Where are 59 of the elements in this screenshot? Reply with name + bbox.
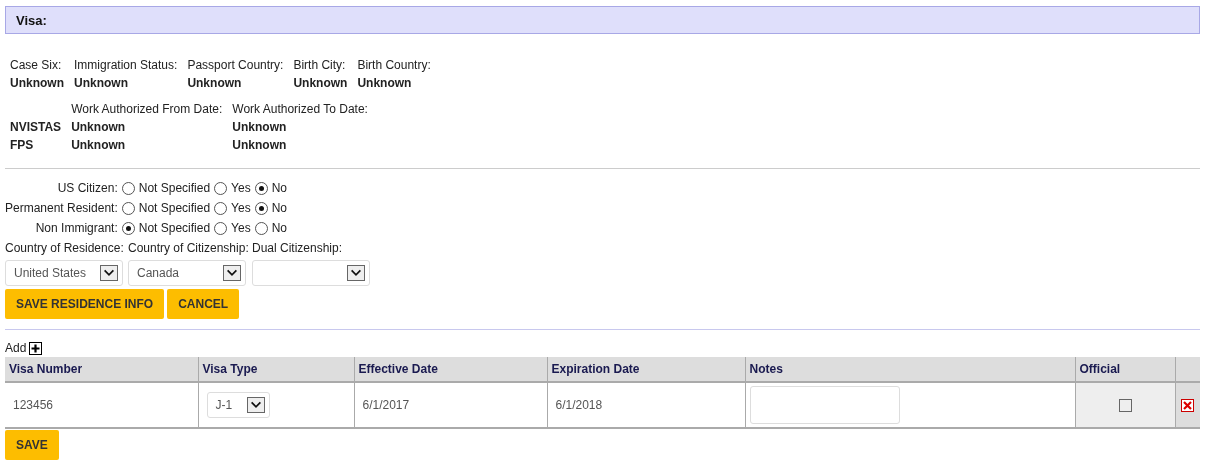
field-label: Dual Citizenship: — [252, 241, 344, 255]
delete-icon[interactable] — [1181, 399, 1195, 413]
country-select[interactable]: United States — [5, 260, 123, 286]
source-label: NVISTAS — [10, 120, 62, 134]
table-cell: 123456 — [5, 382, 198, 428]
field-label: Country of Citizenship: — [128, 241, 249, 255]
radio-option[interactable]: Yes — [214, 180, 251, 196]
field-value: Unknown — [357, 76, 413, 90]
dropdown-caret-icon — [223, 265, 241, 281]
field-label: Birth Country: — [357, 58, 431, 72]
visa-type-select[interactable]: J-1 — [206, 392, 270, 418]
radio-option[interactable]: Yes — [214, 200, 251, 216]
field-value: Unknown — [74, 76, 129, 90]
field-value: Unknown — [232, 120, 288, 134]
official-checkbox[interactable] — [1118, 399, 1132, 413]
field-value: Unknown — [71, 138, 127, 152]
column-header: Expiration Date — [547, 357, 745, 382]
radio-option[interactable]: Yes — [214, 220, 251, 236]
column-header: Official — [1075, 357, 1175, 382]
field-value: Unknown — [293, 76, 348, 90]
table-cell: 6/1/2018 — [547, 382, 745, 428]
save-residence-button[interactable]: SAVE RESIDENCE INFO — [5, 289, 165, 319]
column-header: Notes — [745, 357, 1075, 382]
field-label: Non Immigrant: — [34, 220, 118, 236]
field-value: Unknown — [232, 138, 288, 152]
country-select[interactable]: Canada — [128, 260, 246, 286]
section-header: Visa: — [5, 6, 1200, 34]
column-header: Visa Type — [198, 357, 354, 382]
radio-option[interactable]: Not Specified — [121, 200, 211, 216]
field-label: Permanent Resident: — [5, 200, 118, 216]
radio-option[interactable]: No — [254, 220, 288, 236]
field-value: Unknown — [10, 76, 64, 90]
save-button[interactable]: SAVE — [5, 430, 59, 460]
source-label: FPS — [10, 138, 35, 152]
add-label: Add — [5, 341, 27, 355]
add-icon[interactable] — [29, 342, 43, 355]
field-label: US Citizen: — [56, 180, 118, 196]
dropdown-caret-icon — [347, 265, 365, 281]
column-header: Effective Date — [354, 357, 547, 382]
column-header: Visa Number — [5, 357, 198, 382]
table-cell: 6/1/2017 — [354, 382, 547, 428]
field-label: Work Authorized To Date: — [232, 102, 368, 116]
field-label: Immigration Status: — [74, 58, 178, 72]
field-label: Case Six: — [10, 58, 63, 72]
field-label: Work Authorized From Date: — [71, 102, 223, 116]
cancel-button[interactable]: CANCEL — [167, 289, 240, 319]
field-label: Birth City: — [293, 58, 347, 72]
radio-option[interactable]: Not Specified — [121, 220, 211, 236]
radio-option[interactable]: No — [254, 180, 288, 196]
dropdown-caret-icon — [100, 265, 118, 281]
field-label: Country of Residence: — [5, 241, 125, 255]
field-value: Unknown — [187, 76, 243, 90]
radio-option[interactable]: Not Specified — [121, 180, 211, 196]
dropdown-caret-icon — [246, 397, 265, 413]
notes-field[interactable] — [749, 386, 900, 424]
country-select[interactable] — [252, 260, 370, 286]
radio-option[interactable]: No — [254, 200, 288, 216]
field-value: Unknown — [71, 120, 127, 134]
field-label: Passport Country: — [187, 58, 284, 72]
